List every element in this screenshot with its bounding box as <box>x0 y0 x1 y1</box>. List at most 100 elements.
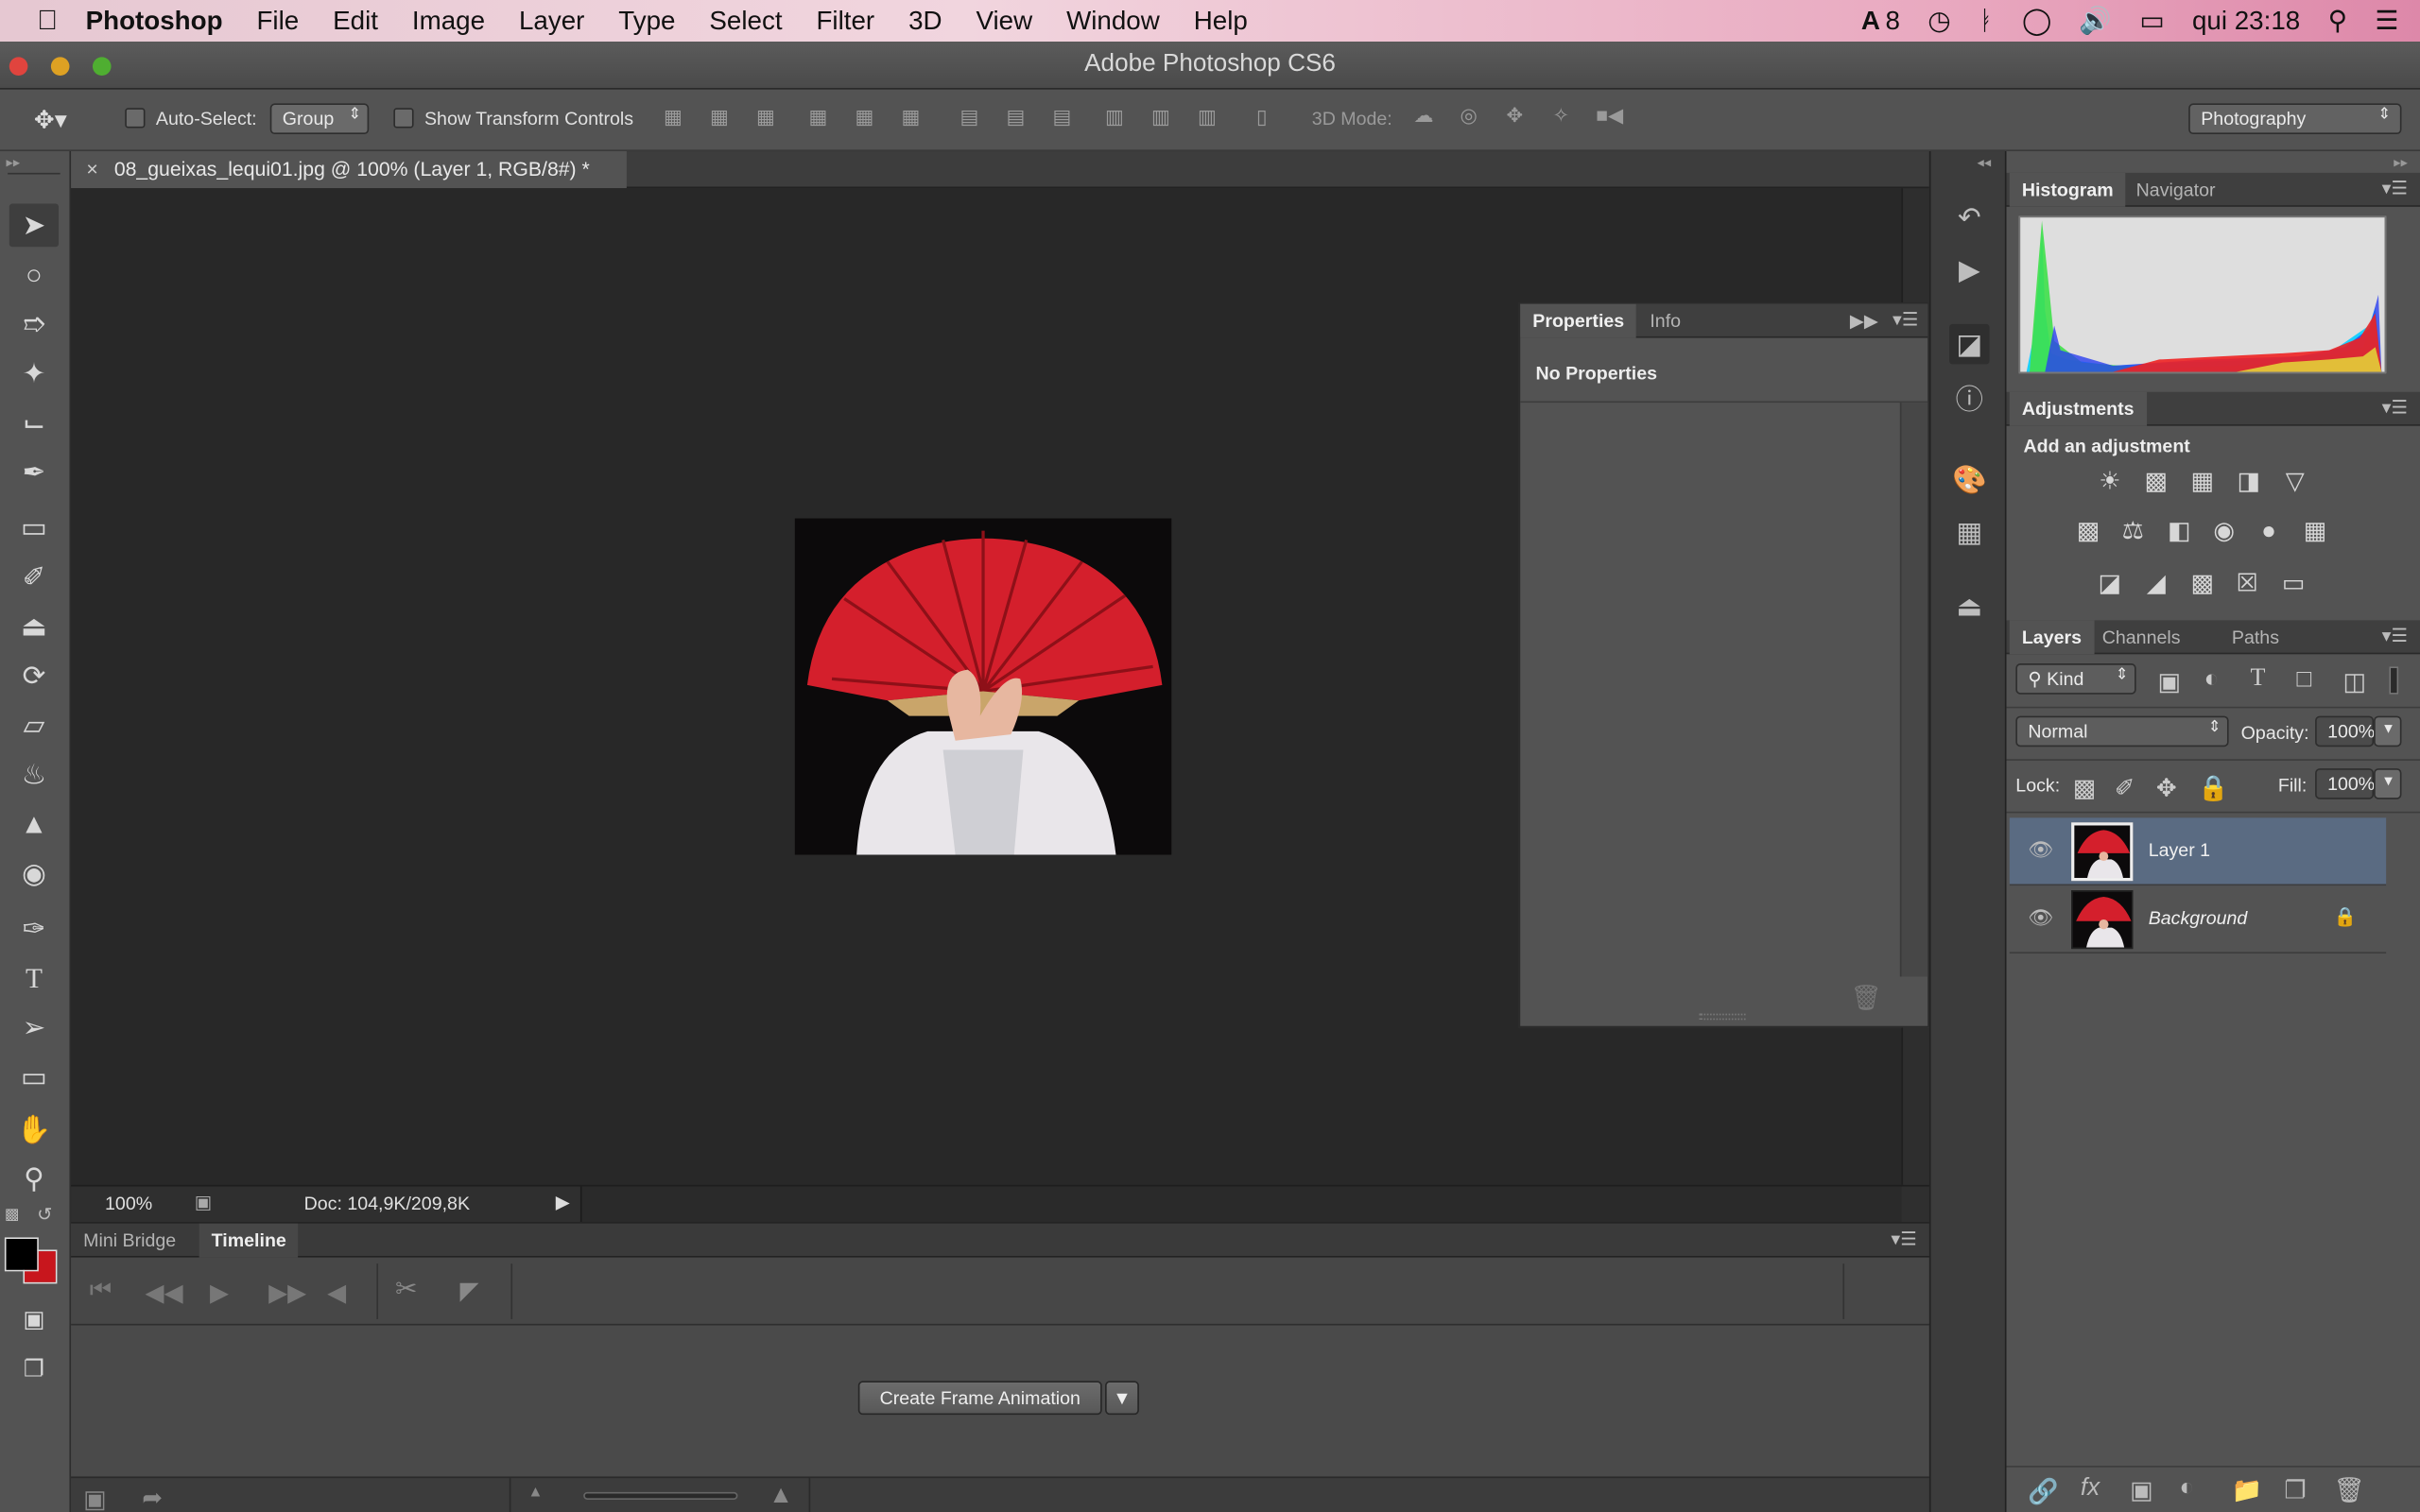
marquee-tool-icon[interactable]: ○ <box>9 253 59 297</box>
filter-shape-icon[interactable]: □ <box>2296 666 2311 694</box>
levels-icon[interactable]: ▩ <box>2139 466 2173 500</box>
zoom-level[interactable]: 100% <box>105 1193 152 1214</box>
canvas-horizontal-scrollbar[interactable] <box>579 1186 1902 1223</box>
align-right-icon[interactable]: ▦ <box>901 105 920 129</box>
next-frame-icon[interactable]: ▶▶ <box>268 1278 306 1309</box>
create-frame-animation-button[interactable]: Create Frame Animation <box>857 1381 1102 1416</box>
adobe-status-icon[interactable]: A 8 <box>1861 6 1900 37</box>
fill-dropdown[interactable]: ▼ <box>2374 768 2402 799</box>
properties-scrollbar[interactable] <box>1899 403 1928 977</box>
type-tool-icon[interactable]: T <box>9 956 59 1000</box>
auto-select-dropdown[interactable]: Group ⇕ <box>269 103 370 135</box>
filter-type-icon[interactable]: T <box>2250 665 2265 693</box>
notification-center-icon[interactable]: ☰ <box>2375 6 2398 37</box>
status-menu-arrow-icon[interactable]: ▶ <box>556 1191 570 1212</box>
resize-grip[interactable] <box>1699 1013 1746 1021</box>
swap-colors-icon[interactable]: ↺ <box>37 1204 52 1226</box>
zoom-tool-icon[interactable]: ⚲ <box>9 1158 59 1201</box>
filter-toggle[interactable] <box>2389 666 2399 695</box>
time-machine-icon[interactable]: ◷ <box>1927 6 1950 37</box>
auto-align-icon[interactable]: ▯ <box>1256 105 1268 129</box>
channel-mixer-icon[interactable]: ● <box>2252 515 2286 549</box>
collapse-toolbar-icon[interactable]: ▸▸ <box>7 154 21 171</box>
opacity-input[interactable]: 100% <box>2315 715 2375 747</box>
auto-select-checkbox[interactable] <box>125 108 146 129</box>
convert-frames-icon[interactable]: ▣ <box>83 1485 107 1512</box>
tab-properties[interactable]: Properties <box>1520 303 1637 338</box>
battery-icon[interactable]: ▭ <box>2139 6 2164 37</box>
show-transform-checkbox[interactable] <box>393 108 414 129</box>
transition-icon[interactable]: ◤ <box>460 1276 479 1307</box>
panel-menu-icon[interactable]: ▾☰ <box>1893 309 1918 331</box>
layer-lock-icon[interactable]: 🔒 <box>2334 905 2357 927</box>
invert-icon[interactable]: ◪ <box>2093 568 2127 602</box>
screen-mode-icon[interactable]: ❐ <box>9 1349 59 1392</box>
zoom-in-timeline-icon[interactable]: ▲ <box>769 1483 793 1510</box>
layer-filter-kind[interactable]: ⚲ Kind ⇕ <box>2015 663 2136 695</box>
align-left-icon[interactable]: ▦ <box>809 105 828 129</box>
menu-file[interactable]: File <box>256 6 299 37</box>
selective-color-icon[interactable]: ☒ <box>2230 568 2264 602</box>
menu-select[interactable]: Select <box>709 6 782 37</box>
healing-brush-tool-icon[interactable]: ▭ <box>9 507 59 550</box>
new-group-folder-icon[interactable]: 📁 <box>2232 1475 2263 1506</box>
lock-pixels-icon[interactable]: ✐ <box>2115 773 2135 804</box>
layer-name[interactable]: Background <box>2149 907 2248 929</box>
tab-adjustments[interactable]: Adjustments <box>2009 391 2147 426</box>
first-frame-icon[interactable]: ⏮ <box>90 1278 112 1305</box>
expand-dock-icon[interactable]: ◂◂ <box>1977 154 1991 171</box>
spotlight-search-icon[interactable]: ⚲ <box>2328 6 2347 37</box>
menu-clock[interactable]: qui 23:18 <box>2192 6 2300 37</box>
bluetooth-icon[interactable]: ᛓ <box>1979 6 1995 37</box>
tab-timeline[interactable]: Timeline <box>199 1223 299 1258</box>
black-white-icon[interactable]: ◧ <box>2162 515 2196 549</box>
distribute-left-icon[interactable]: ▥ <box>1105 105 1124 129</box>
menu-3d[interactable]: 3D <box>908 6 942 37</box>
3d-orbit-icon[interactable]: ☁ <box>1414 103 1434 128</box>
filter-adjustment-icon[interactable]: ◐ <box>2204 666 2219 694</box>
brightness-contrast-icon[interactable]: ☀ <box>2093 466 2127 500</box>
tab-histogram[interactable]: Histogram <box>2009 172 2126 207</box>
quick-mask-icon[interactable]: ▣ <box>9 1299 59 1343</box>
workspace-dropdown[interactable]: Photography ⇕ <box>2188 103 2402 135</box>
render-video-icon[interactable]: ➦ <box>142 1483 163 1512</box>
menu-edit[interactable]: Edit <box>333 6 378 37</box>
align-hcenter-icon[interactable]: ▦ <box>856 105 874 129</box>
grid-icon[interactable]: ▦ <box>1949 512 1989 552</box>
move-tool-icon[interactable]: ➤ <box>9 203 60 248</box>
hue-saturation-icon[interactable]: ▩ <box>2071 515 2105 549</box>
history-icon[interactable]: ↶ <box>1949 198 1989 237</box>
gradient-map-icon[interactable]: ▭ <box>2276 568 2310 602</box>
align-top-icon[interactable]: ▦ <box>664 105 683 129</box>
previous-frame-icon[interactable]: ◀◀ <box>145 1278 182 1309</box>
hand-tool-icon[interactable]: ✋ <box>9 1108 59 1151</box>
3d-panel-icon[interactable]: ◪ <box>1949 323 1990 365</box>
tab-navigator[interactable]: Navigator <box>2124 173 2228 207</box>
opacity-dropdown[interactable]: ▼ <box>2374 715 2402 747</box>
lasso-tool-icon[interactable]: ➱ <box>9 302 59 346</box>
panel-menu-icon[interactable]: ▾☰ <box>2382 625 2408 646</box>
3d-slide-icon[interactable]: ✧ <box>1552 103 1569 128</box>
posterize-icon[interactable]: ◢ <box>2139 568 2173 602</box>
tab-mini-bridge[interactable]: Mini Bridge <box>83 1229 176 1251</box>
lock-position-icon[interactable]: ✥ <box>2156 773 2177 804</box>
menu-view[interactable]: View <box>976 6 1032 37</box>
panel-menu-icon[interactable]: ▾☰ <box>1891 1228 1916 1250</box>
delete-layer-trash-icon[interactable]: 🗑 <box>2334 1475 2365 1506</box>
3d-pan-icon[interactable]: ✥ <box>1507 103 1524 128</box>
paint-bucket-tool-icon[interactable]: ♨ <box>9 753 59 797</box>
play-icon[interactable]: ▶ <box>210 1278 229 1309</box>
new-layer-icon[interactable]: ❐ <box>2284 1475 2306 1506</box>
menu-image[interactable]: Image <box>412 6 485 37</box>
document-image[interactable] <box>794 518 1172 855</box>
layer-style-fx-icon[interactable]: fx <box>2081 1475 2100 1503</box>
menu-filter[interactable]: Filter <box>816 6 874 37</box>
align-vcenter-icon[interactable]: ▦ <box>710 105 729 129</box>
volume-icon[interactable]: 🔊 <box>2079 6 2112 37</box>
path-selection-tool-icon[interactable]: ➢ <box>9 1006 59 1050</box>
distribute-right-icon[interactable]: ▥ <box>1198 105 1217 129</box>
align-bottom-icon[interactable]: ▦ <box>756 105 775 129</box>
zoom-out-timeline-icon[interactable]: ▲ <box>527 1485 543 1502</box>
rectangle-tool-icon[interactable]: ▭ <box>9 1056 59 1099</box>
new-adjustment-layer-icon[interactable]: ◐ <box>2179 1475 2194 1503</box>
